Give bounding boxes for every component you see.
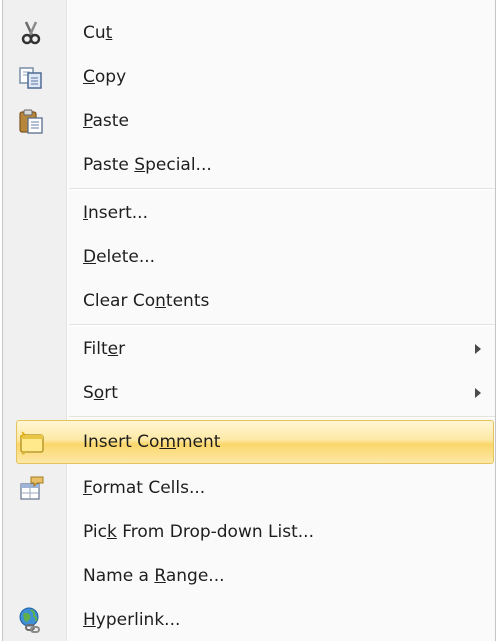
comment-icon bbox=[18, 429, 46, 457]
menu-item-copy[interactable]: Copy bbox=[3, 55, 497, 99]
menu-item-pick-from-list[interactable]: Pick From Drop-down List... bbox=[3, 510, 497, 554]
menu-item-label: Copy bbox=[83, 67, 127, 87]
context-menu: Cut Copy Paste Paste Special... Insert..… bbox=[2, 0, 496, 641]
submenu-arrow-icon bbox=[475, 344, 481, 354]
menu-item-insert[interactable]: Insert... bbox=[3, 191, 497, 235]
menu-item-paste[interactable]: Paste bbox=[3, 99, 497, 143]
menu-separator bbox=[69, 324, 495, 326]
menu-item-delete[interactable]: Delete... bbox=[3, 235, 497, 279]
menu-item-label: Cut bbox=[83, 23, 113, 43]
menu-item-cut[interactable]: Cut bbox=[3, 11, 497, 55]
menu-item-clear-contents[interactable]: Clear Contents bbox=[3, 279, 497, 323]
menu-item-format-cells[interactable]: Format Cells... bbox=[3, 466, 497, 510]
hyperlink-icon bbox=[17, 606, 45, 634]
menu-separator bbox=[69, 188, 495, 190]
format-cells-icon bbox=[17, 474, 45, 502]
menu-separator bbox=[69, 416, 495, 418]
menu-item-label: Insert... bbox=[83, 203, 148, 223]
menu-item-label: Paste bbox=[83, 111, 129, 131]
menu-item-label: Delete... bbox=[83, 247, 156, 267]
menu-item-hyperlink[interactable]: Hyperlink... bbox=[3, 598, 497, 642]
menu-item-label: Insert Comment bbox=[83, 432, 221, 452]
menu-item-label: Sort bbox=[83, 383, 118, 403]
menu-item-label: Hyperlink... bbox=[83, 610, 181, 630]
menu-item-label: Name a Range... bbox=[83, 566, 225, 586]
menu-item-filter[interactable]: Filter bbox=[3, 327, 497, 371]
menu-item-sort[interactable]: Sort bbox=[3, 371, 497, 415]
menu-item-insert-comment[interactable]: Insert Comment bbox=[16, 420, 494, 464]
menu-item-label: Pick From Drop-down List... bbox=[83, 522, 314, 542]
menu-item-label: Format Cells... bbox=[83, 478, 206, 498]
paste-icon bbox=[17, 107, 45, 135]
submenu-arrow-icon bbox=[475, 388, 481, 398]
scissors-icon bbox=[17, 19, 45, 47]
menu-item-label: Clear Contents bbox=[83, 291, 210, 311]
menu-item-label: Filter bbox=[83, 339, 126, 359]
menu-item-paste-special[interactable]: Paste Special... bbox=[3, 143, 497, 187]
menu-item-name-range[interactable]: Name a Range... bbox=[3, 554, 497, 598]
menu-item-label: Paste Special... bbox=[83, 155, 212, 175]
copy-icon bbox=[17, 63, 45, 91]
